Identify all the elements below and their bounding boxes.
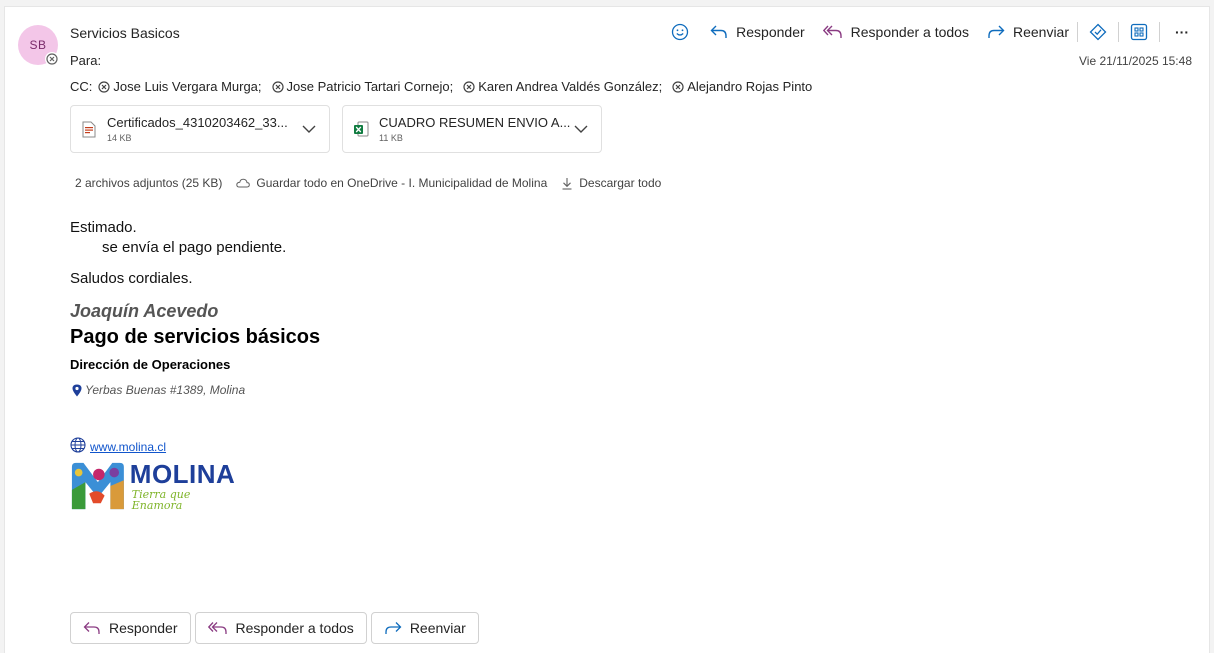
cc-recipient-name: Jose Luis Vergara Murga; [113, 79, 262, 94]
cc-recipient-name: Alejandro Rojas Pinto [687, 79, 813, 94]
cloud-icon [236, 178, 251, 188]
cc-recipient[interactable]: Jose Luis Vergara Murga; [98, 79, 262, 94]
cc-row: CC: Jose Luis Vergara Murga; Jose Patric… [70, 79, 822, 94]
forward-icon [988, 25, 1005, 38]
to-label: Para: [70, 53, 102, 68]
bottom-actions: Responder Responder a todos Reenviar [70, 612, 479, 644]
molina-m-emblem-icon [71, 462, 124, 510]
cc-label: CC: [70, 79, 93, 94]
reply-button[interactable]: Responder [710, 24, 805, 40]
excel-file-icon [353, 120, 369, 138]
forward-icon [385, 622, 402, 634]
bottom-forward-label: Reenviar [409, 620, 466, 636]
signature-address: Yerbas Buenas #1389, Molina [72, 383, 245, 397]
cc-recipient[interactable]: Jose Patricio Tartari Cornejo; [271, 79, 454, 94]
message-toolbar: Responder Responder a todos Reenviar ··· [668, 20, 1194, 44]
body-line: se envía el pago pendiente. [102, 239, 287, 256]
logo-wordmark: MOLINA [129, 459, 236, 489]
cc-recipient-name: Karen Andrea Valdés González; [478, 79, 663, 94]
presence-unknown-icon [271, 80, 284, 93]
bottom-reply-all-label: Responder a todos [235, 620, 354, 636]
globe-icon [70, 437, 86, 453]
toolbar-divider [1077, 22, 1078, 42]
toolbar-divider [1118, 22, 1119, 42]
attachment-actions: 2 archivos adjuntos (25 KB) Guardar todo… [75, 176, 675, 190]
chevron-down-icon[interactable] [571, 125, 591, 133]
logo-tagline: Tierra que Enamora [131, 488, 191, 512]
presence-badge-icon [45, 52, 59, 66]
cc-recipient-name: Jose Patricio Tartari Cornejo; [286, 79, 454, 94]
presence-unknown-icon [672, 80, 684, 93]
reply-label: Responder [736, 24, 805, 40]
attachment-card[interactable]: Certificados_4310203462_33... 14 KB [70, 105, 330, 153]
reply-all-button[interactable]: Responder a todos [822, 24, 969, 40]
forward-label: Reenviar [1012, 24, 1069, 40]
presence-unknown-icon [98, 80, 110, 93]
attachment-name: CUADRO RESUMEN ENVIO A... [379, 115, 571, 130]
map-pin-icon [72, 384, 82, 396]
body-closing: Saludos cordiales. [70, 270, 193, 287]
sender-name[interactable]: Servicios Basicos [70, 25, 180, 41]
forward-button[interactable]: Reenviar [987, 24, 1069, 40]
bottom-reply-button[interactable]: Responder [70, 612, 191, 644]
website-link[interactable]: www.molina.cl [90, 440, 166, 454]
signature-title: Pago de servicios básicos [70, 326, 321, 348]
reply-icon [83, 622, 100, 634]
reply-all-label: Responder a todos [850, 24, 969, 40]
reply-all-icon [207, 622, 227, 634]
bottom-reply-label: Responder [109, 620, 178, 636]
download-all-label: Descargar todo [579, 176, 662, 190]
message-body: Estimado. se envía el pago pendiente. Sa… [70, 218, 286, 289]
attachment-list: Certificados_4310203462_33... 14 KB CUAD… [70, 105, 602, 153]
cc-recipient[interactable]: Alejandro Rojas Pinto [672, 79, 812, 94]
cc-recipient[interactable]: Karen Andrea Valdés González; [463, 79, 662, 94]
message-date: Vie 21/11/2025 15:48 [1079, 54, 1192, 68]
attachment-name: Certificados_4310203462_33... [107, 115, 288, 130]
reply-icon [710, 25, 727, 38]
bottom-forward-button[interactable]: Reenviar [370, 612, 479, 644]
download-all-button[interactable]: Descargar todo [561, 176, 661, 190]
avatar-initials: SB [29, 38, 47, 52]
chevron-down-icon[interactable] [299, 125, 319, 133]
emoji-reaction-icon[interactable] [668, 20, 692, 44]
attachment-size: 14 KB [107, 133, 132, 143]
save-to-onedrive-button[interactable]: Guardar todo en OneDrive - I. Municipali… [236, 176, 547, 190]
toolbar-divider [1159, 22, 1160, 42]
signature-name: Joaquín Acevedo [70, 301, 219, 321]
attachment-summary: 2 archivos adjuntos (25 KB) [75, 176, 223, 190]
body-greeting: Estimado. [70, 219, 137, 236]
attachment-size: 11 KB [379, 133, 403, 143]
signature-department: Dirección de Operaciones [70, 357, 231, 372]
signature-website: www.molina.cl [70, 436, 166, 454]
copilot-tag-icon[interactable] [1086, 20, 1110, 44]
more-actions-button[interactable]: ··· [1170, 20, 1194, 44]
molina-logo: MOLINA Tierra que Enamora [70, 459, 240, 513]
signature-address-text: Yerbas Buenas #1389, Molina [85, 383, 246, 397]
attachment-card[interactable]: CUADRO RESUMEN ENVIO A... 11 KB [342, 105, 602, 153]
pdf-file-icon [81, 120, 97, 138]
presence-unknown-icon [463, 80, 475, 93]
apps-grid-icon[interactable] [1127, 20, 1151, 44]
save-to-onedrive-label: Guardar todo en OneDrive - I. Municipali… [256, 176, 548, 190]
reply-all-icon [822, 25, 842, 38]
bottom-reply-all-button[interactable]: Responder a todos [194, 612, 367, 644]
download-icon [562, 177, 572, 190]
